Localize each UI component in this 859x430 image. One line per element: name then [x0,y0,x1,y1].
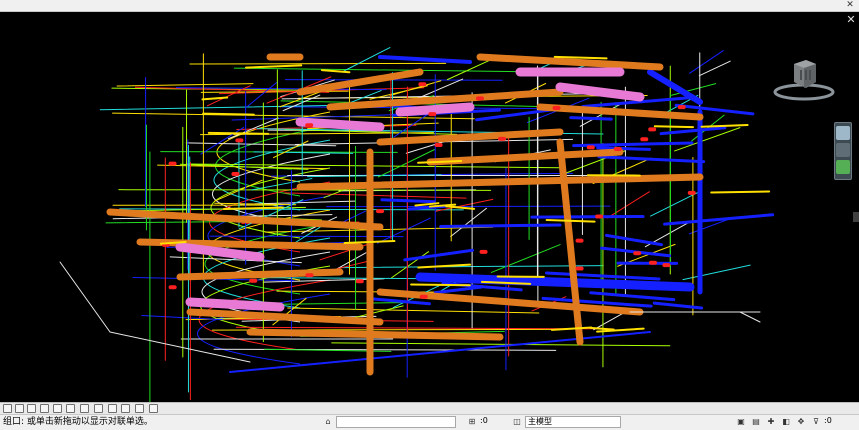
design-options-icon[interactable]: ◫ [512,417,522,427]
worksets-icon[interactable]: ⌂ [323,417,333,427]
detail-level-icon[interactable] [15,404,24,413]
zoom-icon[interactable] [836,160,850,174]
design-option-dropdown[interactable]: 主模型 [525,416,621,428]
analytical-model-icon[interactable] [149,404,158,413]
scale-icon[interactable] [3,404,12,413]
select-links-icon[interactable]: ▣ [736,417,746,427]
select-pinned-icon[interactable]: ✚ [766,417,776,427]
window-close-icon[interactable]: ✕ [844,0,856,11]
sun-path-icon[interactable] [40,404,49,413]
mep-model-drawing[interactable] [0,12,859,402]
viewcube-icon[interactable] [772,56,836,104]
select-underlay-icon[interactable]: ▤ [751,417,761,427]
selection-count: :0 [822,416,844,428]
temporary-hide-icon[interactable] [121,404,130,413]
navigation-bar [834,122,852,180]
show-crop-icon[interactable] [94,404,103,413]
viewport-close-icon[interactable]: ✕ [845,14,857,26]
view-control-bar [0,402,859,414]
pan-icon[interactable] [836,143,850,157]
title-bar: ✕ [0,0,859,12]
drag-on-selection-icon[interactable]: ✥ [796,417,806,427]
viewcube[interactable] [772,56,836,104]
filter-icon[interactable]: ⊽ [811,417,821,427]
lock-view-icon[interactable] [108,404,117,413]
crop-view-icon[interactable] [80,404,89,413]
workset-dropdown[interactable] [336,416,456,428]
steering-wheel-icon[interactable] [836,126,850,140]
shadows-icon[interactable] [53,404,62,413]
select-by-face-icon[interactable]: ◧ [781,417,791,427]
render-icon[interactable] [66,404,75,413]
3d-viewport[interactable]: ✕ [0,12,859,402]
viewport-edge-handle[interactable] [853,212,859,222]
status-message: 组口: 或单击新拖动以显示对联单选。 [3,416,153,429]
reveal-hidden-icon[interactable] [135,404,144,413]
editable-only-icon[interactable]: ⊞ [467,417,477,427]
visual-style-icon[interactable] [27,404,36,413]
status-bar: 组口: 或单击新拖动以显示对联单选。 ⌂ ⊞ :0 ◫ 主模型 ▣ ▤ ✚ ◧ … [0,414,859,430]
coord-readout: :0 [478,416,498,428]
